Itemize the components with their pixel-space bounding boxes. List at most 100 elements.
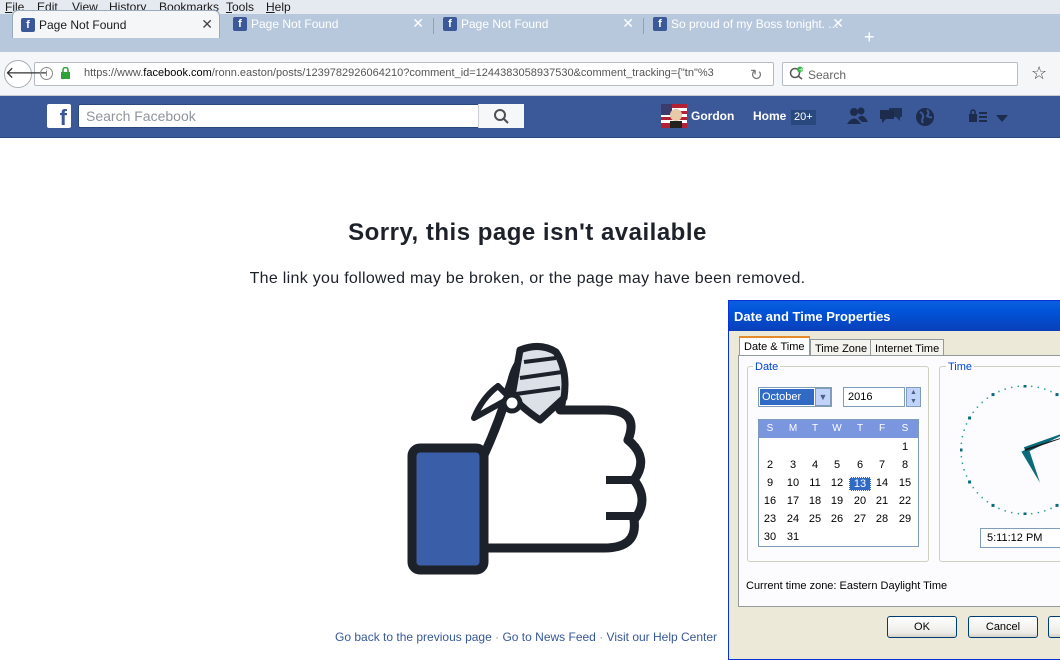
clock-tick [1030, 512, 1033, 515]
clock-tick [963, 429, 965, 431]
clock-tick [965, 475, 968, 477]
lock-icon[interactable] [60, 66, 71, 79]
calendar-day[interactable]: 3 [782, 459, 804, 471]
messages-icon[interactable] [878, 106, 904, 126]
facebook-search-placeholder: Search Facebook [86, 108, 196, 124]
star-icon[interactable]: ☆ [1031, 63, 1047, 84]
privacy-lock-icon[interactable] [968, 108, 988, 124]
tab-title: Page Not Found [251, 17, 339, 31]
clock-tick [1017, 385, 1020, 388]
facebook-favicon: f [653, 17, 667, 31]
calendar-day[interactable]: 7 [871, 459, 893, 471]
dropdown-caret-icon[interactable] [996, 112, 1008, 122]
close-tab-icon[interactable]: ✕ [622, 15, 634, 32]
calendar-day[interactable]: 1 [894, 441, 916, 453]
go-back-link[interactable]: Go back to the previous page [335, 630, 492, 644]
clock-tick [991, 393, 995, 397]
calendar-day[interactable]: 25 [804, 513, 826, 525]
calendar-day[interactable]: 17 [782, 495, 804, 507]
avatar[interactable] [661, 104, 687, 128]
analog-clock [959, 384, 1060, 516]
facebook-logo[interactable]: f [47, 104, 71, 130]
url-text[interactable]: https://www.facebook.com/ronn.easton/pos… [84, 67, 744, 79]
facebook-search-button[interactable] [478, 104, 524, 128]
calendar-day[interactable]: 28 [871, 513, 893, 525]
clock-tick [965, 423, 968, 425]
close-tab-icon[interactable]: ✕ [201, 16, 213, 33]
calendar-day[interactable]: 24 [782, 513, 804, 525]
broken-thumbs-up-icon [400, 340, 650, 580]
close-tab-icon[interactable]: ✕ [412, 15, 424, 32]
clock-tick [1037, 511, 1040, 514]
back-arrow-icon[interactable]: 🡐 [4, 60, 48, 88]
clock-tick [972, 486, 974, 489]
time-group-label: Time [946, 361, 975, 373]
calendar-day[interactable]: 11 [804, 477, 826, 489]
clock-tick [986, 397, 989, 399]
clock-tick [968, 480, 972, 484]
calendar-day[interactable]: 6 [849, 459, 871, 471]
calendar-day[interactable]: 5 [826, 459, 848, 471]
help-center-link[interactable]: Visit our Help Center [607, 630, 718, 644]
clock-tick [1037, 386, 1040, 389]
calendar-day[interactable]: 18 [804, 495, 826, 507]
tab-so-proud[interactable]: f So proud of my Boss tonight. ... ✕ [645, 10, 850, 38]
info-icon[interactable]: i [40, 67, 53, 80]
news-feed-link[interactable]: Go to News Feed [502, 630, 595, 644]
year-spinner[interactable]: ▲ ▼ [906, 387, 921, 407]
reload-icon[interactable]: ↻ [750, 66, 763, 84]
clock-tick [998, 507, 1000, 510]
calendar-day[interactable]: 9 [759, 477, 781, 489]
home-link[interactable]: Home [753, 109, 786, 123]
calendar-day[interactable]: 12 [826, 477, 848, 489]
tab-page-not-found-2[interactable]: f Page Not Found ✕ [225, 10, 430, 38]
clock-tick [976, 492, 979, 494]
error-message: The link you followed may be broken, or … [249, 270, 806, 287]
search-icon [494, 109, 509, 124]
calendar-day[interactable]: 30 [759, 531, 781, 543]
user-name-link[interactable]: Gordon [691, 109, 734, 123]
year-input[interactable]: 2016 [843, 387, 905, 407]
calendar-day[interactable]: 23 [759, 513, 781, 525]
calendar-day[interactable]: 13 [849, 477, 871, 491]
apply-button[interactable] [1048, 616, 1060, 638]
month-value[interactable]: October [760, 389, 814, 405]
friends-icon[interactable] [845, 106, 869, 126]
clock-tick [1023, 384, 1027, 388]
weekday-header: S [766, 423, 774, 434]
calendar-day[interactable]: 16 [759, 495, 781, 507]
calendar-day[interactable]: 26 [826, 513, 848, 525]
calendar-day[interactable]: 31 [782, 531, 804, 543]
ok-button[interactable]: OK [887, 616, 957, 638]
calendar-day[interactable]: 15 [894, 477, 916, 489]
calendar-day[interactable]: 27 [849, 513, 871, 525]
calendar-day[interactable]: 2 [759, 459, 781, 471]
new-tab-button[interactable]: + [864, 27, 875, 48]
cancel-button[interactable]: Cancel [968, 616, 1038, 638]
tab-title: So proud of my Boss tonight. ... [671, 17, 839, 31]
clock-tick [1010, 511, 1013, 514]
calendar-day[interactable]: 19 [826, 495, 848, 507]
tab-page-not-found-3[interactable]: f Page Not Found ✕ [435, 10, 640, 38]
calendar-day[interactable]: 22 [894, 495, 916, 507]
calendar-day[interactable]: 8 [894, 459, 916, 471]
tab-page-not-found-1[interactable]: f Page Not Found ✕ [12, 10, 220, 38]
hour-hand [1021, 448, 1040, 483]
calendar-day[interactable]: 29 [894, 513, 916, 525]
calendar-day[interactable]: 4 [804, 459, 826, 471]
weekday-header: S [901, 423, 909, 434]
calendar-day[interactable]: 20 [849, 495, 871, 507]
clock-tick [1050, 390, 1052, 393]
calendar-day[interactable]: 21 [871, 495, 893, 507]
clock-tick [961, 435, 964, 438]
close-tab-icon[interactable]: ✕ [832, 15, 844, 32]
calendar-day[interactable]: 14 [871, 477, 893, 489]
clock-tick [1030, 385, 1033, 388]
calendar-day[interactable]: 10 [782, 477, 804, 489]
dialog-title[interactable]: Date and Time Properties [729, 301, 1060, 331]
chevron-down-icon[interactable]: ▼ [815, 388, 831, 406]
weekday-header: W [832, 423, 842, 434]
globe-icon[interactable] [914, 106, 936, 128]
browser-search-placeholder: Search [808, 68, 847, 82]
time-input[interactable]: 5:11:12 PM [980, 528, 1060, 548]
